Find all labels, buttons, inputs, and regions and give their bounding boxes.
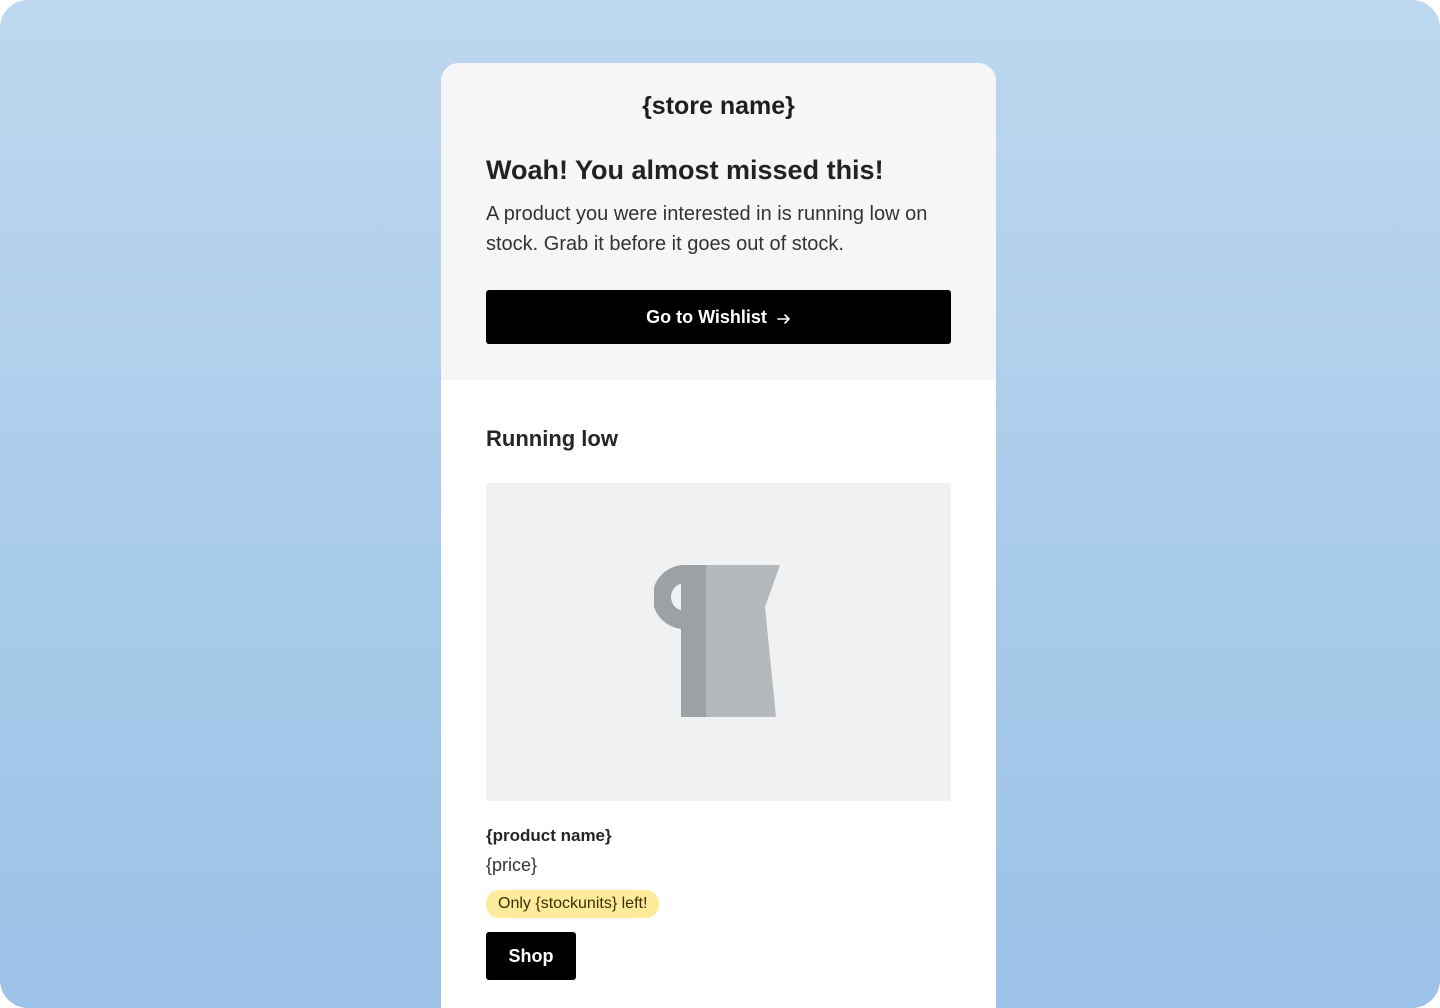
headline: Woah! You almost missed this! <box>486 155 884 185</box>
go-to-wishlist-button[interactable]: Go to Wishlist <box>486 290 951 344</box>
email-body: Running low {product name} {price} Only … <box>441 380 996 980</box>
email-card: {store name} Woah! You almost missed thi… <box>441 63 996 1008</box>
email-preview-canvas: {store name} Woah! You almost missed thi… <box>0 0 1440 1008</box>
pitcher-icon <box>654 565 780 717</box>
stock-badge: Only {stockunits} left! <box>486 890 660 918</box>
shop-button[interactable]: Shop <box>486 932 576 980</box>
product-price: {price} <box>486 855 538 875</box>
go-to-wishlist-label: Go to Wishlist <box>646 306 767 327</box>
intro-text: A product you were interested in is runn… <box>486 203 928 255</box>
store-name: {store name} <box>642 92 795 120</box>
product-image[interactable] <box>486 483 951 801</box>
section-title: Running low <box>486 426 618 451</box>
arrow-right-icon <box>777 310 791 324</box>
product-name: {product name} <box>486 826 612 845</box>
email-header: {store name} Woah! You almost missed thi… <box>441 63 996 380</box>
